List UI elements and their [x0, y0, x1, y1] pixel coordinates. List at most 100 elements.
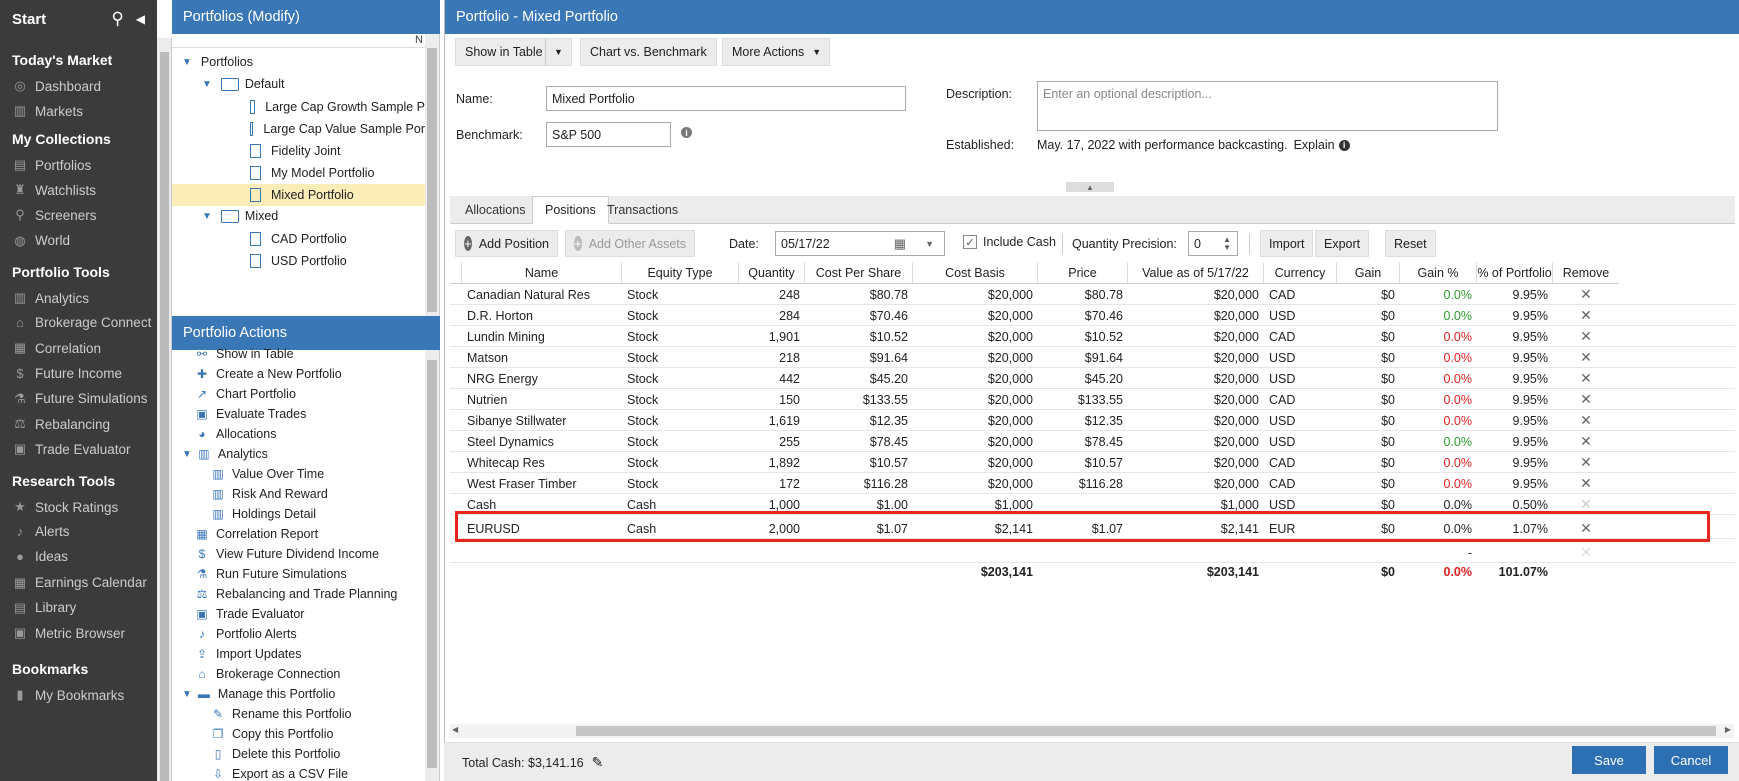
tree-scroll-thumb[interactable] [427, 48, 437, 312]
save-button[interactable]: Save [1572, 746, 1646, 774]
nav-item-earnings-calendar[interactable]: ▦ Earnings Calendar [12, 575, 147, 591]
nav-item-ideas[interactable]: ● Ideas [12, 549, 68, 564]
action-value-over-time[interactable]: ▥ Value Over Time [210, 467, 324, 481]
action-correlation-report[interactable]: ▦ Correlation Report [194, 527, 318, 541]
scroll-left-icon[interactable]: ◀ [452, 725, 458, 734]
grid-scroll-thumb[interactable] [576, 726, 1716, 736]
expand-icon[interactable]: ▼ [182, 689, 192, 700]
quantity-precision-stepper[interactable]: 0 ▲ ▼ [1188, 231, 1238, 256]
remove-row-button[interactable]: ✕ [1553, 542, 1619, 563]
column-header-gain-[interactable]: Gain % [1400, 262, 1477, 284]
remove-row-button[interactable]: ✕ [1553, 305, 1619, 326]
actions-scrollbar[interactable] [425, 350, 439, 781]
nav-item-rebalancing[interactable]: ⚖ Rebalancing [12, 416, 110, 432]
remove-row-button[interactable]: ✕ [1553, 326, 1619, 347]
table-row[interactable]: Canadian Natural Res Stock 248 $80.78 $20,00… [450, 284, 1735, 305]
nav-scroll-thumb[interactable] [160, 52, 169, 781]
action-export-as-a-csv-file[interactable]: ⇩ Export as a CSV File [210, 767, 348, 781]
cell-name[interactable]: Whitecap Res [462, 452, 622, 473]
start-link[interactable]: Start [12, 11, 111, 28]
actions-scroll-thumb[interactable] [427, 360, 437, 768]
nav-item-screeners[interactable]: ⚲ Screeners [12, 207, 96, 223]
tree-folder[interactable]: ▼ Default [202, 77, 285, 91]
collapse-handle[interactable]: ▲ [1066, 182, 1114, 192]
column-header-name[interactable]: Name [462, 262, 622, 284]
table-row[interactable]: Matson Stock 218 $91.64 $20,000 $91.64 $20,000… [450, 347, 1735, 368]
table-row[interactable]: Sibanye Stillwater Stock 1,619 $12.35 $20,00… [450, 410, 1735, 431]
action-allocations[interactable]: ◕ Allocations [194, 427, 276, 441]
reset-button[interactable]: Reset [1385, 230, 1436, 257]
action-analytics[interactable]: ▼ ▥ Analytics [182, 447, 268, 461]
action-rename-this-portfolio[interactable]: ✎ Rename this Portfolio [210, 707, 352, 721]
action-show-in-table[interactable]: ⚯ Show in Table [194, 347, 294, 361]
import-button[interactable]: Import [1260, 230, 1314, 257]
cell-name[interactable]: Matson [462, 347, 622, 368]
info-icon[interactable]: i [681, 127, 692, 138]
column-header-cost-per-share[interactable]: Cost Per Share [805, 262, 913, 284]
action-delete-this-portfolio[interactable]: ▯ Delete this Portfolio [210, 747, 341, 761]
action-copy-this-portfolio[interactable]: ❐ Copy this Portfolio [210, 727, 334, 741]
nav-item-alerts[interactable]: ♪ Alerts [12, 524, 70, 539]
column-header-quantity[interactable]: Quantity [739, 262, 805, 284]
nav-item-future-simulations[interactable]: ⚗ Future Simulations [12, 391, 147, 407]
tab-allocations[interactable]: Allocations [453, 196, 537, 224]
expand-icon[interactable]: ▼ [182, 449, 192, 460]
action-chart-portfolio[interactable]: ↗ Chart Portfolio [194, 387, 296, 401]
column-header-price[interactable]: Price [1038, 262, 1128, 284]
tree-portfolio-item[interactable]: Fidelity Joint [172, 140, 425, 162]
column-header-remove[interactable]: Remove [1553, 262, 1619, 284]
action-risk-and-reward[interactable]: ▥ Risk And Reward [210, 487, 328, 501]
tab-transactions[interactable]: Transactions [595, 196, 690, 224]
column-header-value-as-of-5-17-22[interactable]: Value as of 5/17/22 [1128, 262, 1264, 284]
table-row[interactable]: Steel Dynamics Stock 255 $78.45 $20,000 $78.4… [450, 431, 1735, 452]
collapse-icon[interactable]: ◀ [136, 12, 145, 26]
tree-scrollbar[interactable] [425, 34, 439, 316]
cell-name[interactable]: Nutrien [462, 389, 622, 410]
cancel-button[interactable]: Cancel [1654, 746, 1728, 774]
search-icon[interactable]: ⚲ [111, 9, 123, 29]
description-textarea[interactable]: Enter an optional description... [1037, 81, 1498, 131]
column-header-gain[interactable]: Gain [1337, 262, 1400, 284]
expand-icon[interactable]: ▼ [202, 79, 212, 90]
show-in-table-button[interactable]: Show in Table ▼ [455, 38, 572, 66]
grid-horizontal-scrollbar[interactable]: ◀ ▶ [449, 724, 1734, 738]
nav-scrollbar[interactable] [157, 38, 172, 781]
nav-item-world[interactable]: ◍ World [12, 233, 70, 249]
table-row-blank[interactable]: - ✕ [450, 542, 1735, 563]
info-icon[interactable]: i [1338, 139, 1350, 151]
action-create-a-new-portfolio[interactable]: ✚ Create a New Portfolio [194, 367, 342, 381]
table-row[interactable]: D.R. Horton Stock 284 $70.46 $20,000 $70.46 $2… [450, 305, 1735, 326]
action-evaluate-trades[interactable]: ▣ Evaluate Trades [194, 407, 306, 421]
action-import-updates[interactable]: ⇪ Import Updates [194, 647, 302, 661]
remove-row-button[interactable]: ✕ [1553, 389, 1619, 410]
remove-row-button[interactable]: ✕ [1553, 284, 1619, 305]
nav-item-correlation[interactable]: ▦ Correlation [12, 340, 101, 356]
calendar-icon[interactable]: ▦ [894, 236, 906, 252]
action-portfolio-alerts[interactable]: ♪ Portfolio Alerts [194, 627, 297, 641]
nav-item-stock-ratings[interactable]: ★ Stock Ratings [12, 499, 118, 515]
tree-portfolio-item[interactable]: My Model Portfolio [172, 162, 425, 184]
tree-root-portfolios[interactable]: ▼ Portfolios [182, 55, 253, 69]
name-input[interactable]: Mixed Portfolio [546, 86, 906, 111]
nav-item-my-bookmarks[interactable]: ▮ My Bookmarks [12, 687, 124, 703]
cell-name[interactable]: NRG Energy [462, 368, 622, 389]
remove-row-button[interactable]: ✕ [1553, 347, 1619, 368]
export-button[interactable]: Export [1315, 230, 1370, 257]
nav-item-library[interactable]: ▤ Library [12, 600, 76, 616]
nav-item-brokerage-connect[interactable]: ⌂ Brokerage Connect [12, 315, 151, 330]
action-holdings-detail[interactable]: ▥ Holdings Detail [210, 507, 316, 521]
tree-folder[interactable]: ▼ Mixed [202, 209, 278, 223]
tree-portfolio-item[interactable]: CAD Portfolio [172, 228, 425, 250]
remove-row-button[interactable]: ✕ [1553, 431, 1619, 452]
column-header-currency[interactable]: Currency [1264, 262, 1337, 284]
action-run-future-simulations[interactable]: ⚗ Run Future Simulations [194, 567, 347, 581]
cell-name[interactable]: West Fraser Timber [462, 473, 622, 494]
remove-row-button[interactable]: ✕ [1553, 473, 1619, 494]
stepper-icon[interactable]: ▲ ▼ [1223, 235, 1231, 252]
action-trade-evaluator[interactable]: ▣ Trade Evaluator [194, 607, 304, 621]
table-row[interactable]: NRG Energy Stock 442 $45.20 $20,000 $45.20 $20… [450, 368, 1735, 389]
add-other-assets-button[interactable]: + Add Other Assets [565, 230, 695, 257]
table-row[interactable]: West Fraser Timber Stock 172 $116.28 $20,000… [450, 473, 1735, 494]
cell-name[interactable]: Canadian Natural Res [462, 284, 622, 305]
add-position-button[interactable]: + Add Position [455, 230, 558, 257]
